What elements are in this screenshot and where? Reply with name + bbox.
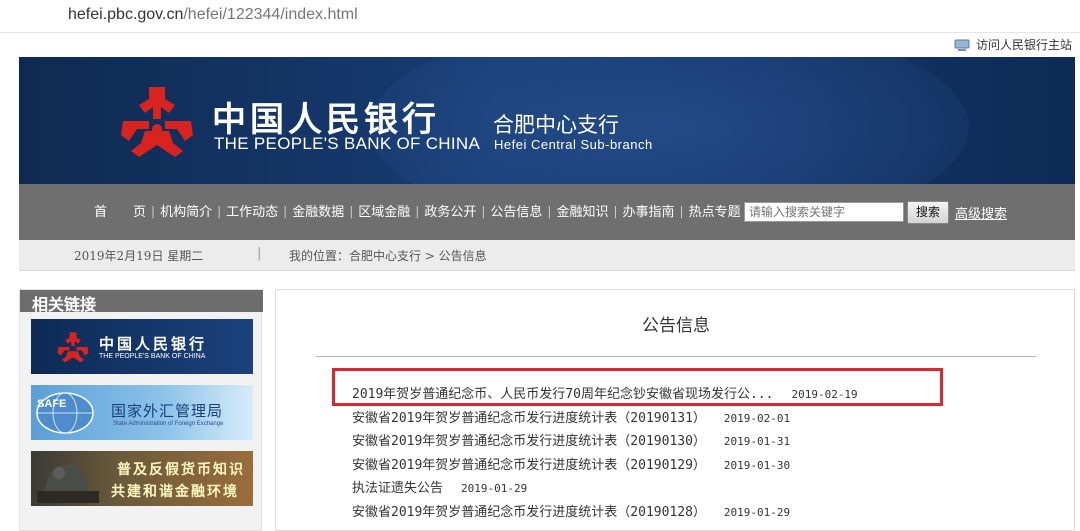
nav-item[interactable]: 热点专题 (684, 201, 746, 220)
nav-item[interactable]: 机构简介 (155, 201, 217, 220)
notice-title[interactable]: 安徽省2019年贺岁普通纪念币发行进度统计表（20190131） (352, 411, 706, 426)
notice-title[interactable]: 2019年贺岁普通纪念币、人民币发行70周年纪念钞安徽省现场发行公... (352, 387, 773, 402)
breadcrumb-bar: 2019年2月19日 星期二 | 我的位置：合肥中心支行 > 公告信息 (19, 240, 1075, 271)
notice-title[interactable]: 安徽省2019年贺岁普通纪念币发行进度统计表（20190128） (352, 505, 706, 520)
main-site-link-label: 访问人民银行主站 (975, 38, 1072, 52)
sidebar-link-safe[interactable]: SAFE 国家外汇管理局 State Administration of For… (31, 385, 253, 440)
main-nav: 首 页 | 机构简介 | 工作动态 | 金融数据 | 区域金融 | 政务公开 | 公告信息 | 金融知识 | 办… (19, 184, 1075, 240)
sidebar-link-pboc-cn: 中国人民银行 (99, 335, 208, 353)
breadcrumb: 我的位置：合肥中心支行 > 公告信息 (289, 249, 487, 263)
lion-statue-icon (37, 464, 99, 503)
advanced-search-link[interactable]: 高级搜索 (955, 203, 1007, 222)
notice-panel: 公告信息 2019年贺岁普通纪念币、人民币发行70周年纪念钞安徽省现场发行公..… (275, 289, 1075, 531)
url-host: hefei.pbc.gov.cn (68, 6, 184, 23)
sidebar-link-anti-counterfeit[interactable]: 普及反假货币知识 共建和谐金融环境 (31, 451, 253, 506)
safe-badge: SAFE (37, 398, 67, 410)
anti-counterfeit-line1: 普及反假货币知识 (117, 462, 245, 478)
nav-item[interactable]: 首 页 (89, 201, 151, 220)
nav-item[interactable]: 金融知识 (551, 201, 613, 220)
related-links-sidebar: 相关链接 中国人民银行 THE PEOPLE'S BANK OF CHINA S… (19, 289, 263, 531)
notice-item[interactable]: 安徽省2019年贺岁普通纪念币发行进度统计表（20190130） 2019-01-… (352, 430, 858, 454)
breadcrumb-divider: | (257, 246, 262, 261)
sidebar-link-safe-cn: 国家外汇管理局 (111, 402, 224, 420)
pboc-logo-small-icon (57, 332, 89, 363)
url-text[interactable]: hefei.pbc.gov.cn/hefei/122344/index.html (68, 6, 358, 24)
address-bar[interactable]: hefei.pbc.gov.cn/hefei/122344/index.html (0, 0, 1080, 33)
sidebar-title-bar: 相关链接 (20, 290, 263, 314)
notice-date: 2019-01-29 (461, 482, 528, 495)
anti-counterfeit-line2: 共建和谐金融环境 (111, 484, 239, 500)
notice-item[interactable]: 安徽省2019年贺岁普通纪念币发行进度统计表（20190128） 2019-01-… (352, 501, 858, 525)
nav-item[interactable]: 工作动态 (221, 201, 283, 220)
branch-name-en: Hefei Central Sub-branch (494, 137, 653, 152)
banner-glow (369, 57, 969, 184)
notice-date: 2019-01-29 (723, 505, 791, 519)
notice-date: 2019-01-31 (723, 435, 791, 448)
notice-title[interactable]: 安徽省2019年贺岁普通纪念币发行进度统计表（20190129） (352, 458, 706, 473)
notice-list: 2019年贺岁普通纪念币、人民币发行70周年纪念钞安徽省现场发行公... 2019… (352, 383, 858, 524)
current-date: 2019年2月19日 星期二 (74, 249, 204, 263)
page-title: 公告信息 (642, 316, 710, 336)
notice-item[interactable]: 安徽省2019年贺岁普通纪念币发行进度统计表（20190131） 2019-02-… (352, 407, 858, 431)
sidebar-link-pboc-en: THE PEOPLE'S BANK OF CHINA (99, 353, 206, 360)
nav-item[interactable]: 公告信息 (485, 201, 547, 220)
pboc-logo-icon (121, 87, 193, 157)
notice-date: 2019-02-01 (723, 411, 791, 425)
nav-item[interactable]: 区域金融 (353, 201, 415, 220)
nav-items: 首 页 | 机构简介 | 工作动态 | 金融数据 | 区域金融 | 政务公开 | 公告信息 | 金融知识 | 办… (89, 201, 746, 221)
url-path: /hefei/122344/index.html (183, 6, 358, 23)
sidebar-link-safe-en: State Administration of Foreign Exchange (113, 421, 224, 427)
nav-item[interactable]: 金融数据 (287, 201, 349, 220)
notice-title[interactable]: 安徽省2019年贺岁普通纪念币发行进度统计表（20190130） (352, 434, 706, 449)
search-input[interactable] (744, 202, 904, 222)
computer-icon (954, 39, 970, 51)
bank-name-en: THE PEOPLE'S BANK OF CHINA (214, 134, 481, 153)
title-divider (316, 356, 1036, 357)
notice-item[interactable]: 安徽省2019年贺岁普通纪念币发行进度统计表（20190129） 2019-01-… (352, 454, 858, 478)
search-button[interactable]: 搜索 (907, 201, 949, 224)
nav-item[interactable]: 政务公开 (419, 201, 481, 220)
notice-date: 2019-01-30 (723, 458, 791, 472)
notice-item[interactable]: 2019年贺岁普通纪念币、人民币发行70周年纪念钞安徽省现场发行公... 2019… (352, 383, 858, 407)
sidebar-title: 相关链接 (32, 295, 97, 314)
notice-date: 2019-02-19 (791, 388, 858, 401)
branch-name-cn: 合肥中心支行 (493, 113, 619, 137)
sidebar-link-pboc[interactable]: 中国人民银行 THE PEOPLE'S BANK OF CHINA (31, 319, 253, 374)
main-site-link[interactable]: 访问人民银行主站 (954, 36, 1072, 53)
notice-title[interactable]: 执法证遗失公告 (352, 481, 443, 496)
nav-item[interactable]: 办事指南 (618, 201, 680, 220)
site-banner: 中国人民银行 THE PEOPLE'S BANK OF CHINA 合肥中心支行… (19, 57, 1075, 184)
notice-item[interactable]: 执法证遗失公告 2019-01-29 (352, 477, 858, 501)
